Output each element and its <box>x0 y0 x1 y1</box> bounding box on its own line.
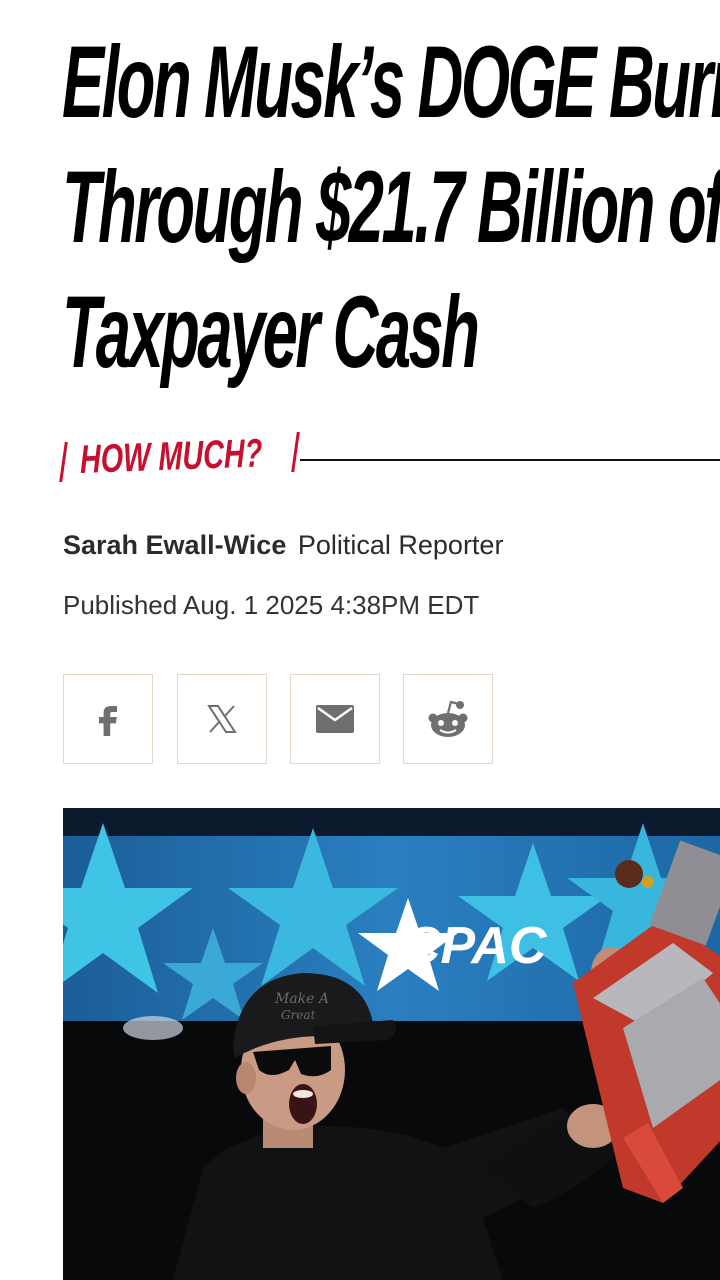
headline-line-1: Elon Musk’s DOGE Burned <box>62 25 720 139</box>
headline-line-2: Through $21.7 Billion of <box>62 150 720 264</box>
share-facebook-button[interactable] <box>63 674 153 764</box>
facebook-icon <box>99 706 117 736</box>
email-icon <box>316 705 354 733</box>
kicker-label[interactable]: HOW MUCH? <box>79 423 263 490</box>
kicker-right-bar <box>291 432 300 472</box>
kicker: HOW MUCH? <box>59 430 720 490</box>
author-name[interactable]: Sarah Ewall-Wice <box>63 530 286 560</box>
banner-text: CPAC <box>403 917 548 975</box>
author-role: Political Reporter <box>297 530 504 560</box>
reddit-icon <box>428 700 468 737</box>
hero-photo-illustration: CPAC Make A Great <box>63 808 720 1280</box>
byline: Sarah Ewall-Wice Political Reporter <box>63 527 503 563</box>
cap-text-2: Great <box>281 1008 316 1022</box>
article-page: Elon Musk’s DOGE Burned Through $21.7 Bi… <box>0 0 720 1280</box>
kicker-divider <box>300 459 720 461</box>
article-headline: Elon Musk’s DOGE Burned Through $21.7 Bi… <box>62 20 720 395</box>
headline-line-3: Taxpayer Cash <box>62 275 480 389</box>
x-icon <box>207 705 237 733</box>
kicker-left-bar <box>59 442 68 482</box>
hero-image: CPAC Make A Great <box>63 808 720 1280</box>
share-email-button[interactable] <box>290 674 380 764</box>
share-x-button[interactable] <box>177 674 267 764</box>
published-date: Published Aug. 1 2025 4:38PM EDT <box>63 590 480 620</box>
share-reddit-button[interactable] <box>403 674 493 764</box>
cap-text-1: Make A <box>274 991 329 1007</box>
